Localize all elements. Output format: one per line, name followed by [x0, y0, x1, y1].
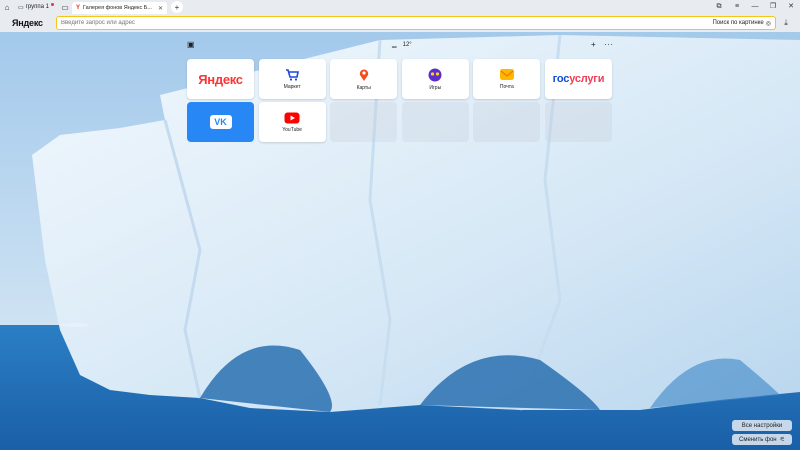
- maximize-icon[interactable]: ❐: [764, 0, 782, 14]
- folder-icon[interactable]: ▭: [58, 0, 72, 14]
- gosuslugi-logo: госуслуги: [553, 73, 605, 85]
- download-icon[interactable]: ⤓: [776, 18, 796, 28]
- search-input[interactable]: [61, 20, 713, 26]
- home-icon[interactable]: ⌂: [0, 0, 14, 14]
- window-controls: ⧉ ≡ — ❐ ✕: [710, 0, 800, 14]
- tile-caption: Игры: [429, 84, 442, 91]
- tile-yandex[interactable]: Яндекс: [187, 59, 254, 99]
- tile-market[interactable]: Маркет: [258, 59, 326, 99]
- image-search-label: Поиск по картинке: [712, 20, 764, 26]
- minimize-icon[interactable]: —: [746, 0, 764, 14]
- cart-icon: [286, 68, 300, 81]
- youtube-icon: [284, 112, 300, 123]
- notification-dot: [50, 2, 54, 6]
- gosuslugi-logo-part-a: гос: [552, 73, 570, 85]
- tile-gosuslugi[interactable]: госуслуги: [544, 59, 612, 99]
- games-icon: [428, 68, 442, 81]
- yandex-logo[interactable]: Яндекс: [0, 18, 56, 28]
- empty-tile-slot[interactable]: [401, 102, 469, 142]
- weather-icon: ▁: [392, 42, 397, 48]
- change-background-label: Сменить фон: [739, 436, 777, 443]
- more-icon[interactable]: ···: [604, 40, 614, 49]
- empty-tile-slot[interactable]: [473, 102, 541, 142]
- yandex-tile-logo: Яндекс: [198, 71, 243, 87]
- camera-icon: ◎: [765, 20, 771, 27]
- tile-caption: Карты: [356, 84, 371, 91]
- new-tab-button[interactable]: +: [170, 1, 183, 13]
- map-pin-icon: [359, 69, 368, 81]
- tab-bar: ⌂ ▭ группа 1 ▭ Y Галерея фонов Яндекс Б.…: [0, 0, 800, 14]
- tabs-icon[interactable]: ⧉: [710, 0, 728, 14]
- tile-vk[interactable]: VK: [187, 102, 254, 142]
- settings-sliders-icon: ⚟: [779, 437, 785, 443]
- ntp-toolbar: ▣ ▁ 12° + ···: [0, 40, 800, 52]
- empty-tile-slot[interactable]: [544, 102, 612, 142]
- vk-icon: VK: [209, 115, 232, 129]
- empty-tile-slot[interactable]: [330, 102, 398, 142]
- omnibox[interactable]: Поиск по картинке ◎: [56, 16, 776, 30]
- tile-caption: Маркет: [283, 83, 301, 90]
- change-background-button[interactable]: Сменить фон ⚟: [732, 434, 792, 445]
- speed-dial: Яндекс Маркет Карты Игры Почта госуслуги…: [187, 59, 617, 142]
- tile-caption: YouTube: [282, 126, 302, 133]
- close-tab-icon[interactable]: ✕: [158, 5, 163, 12]
- tile-maps[interactable]: Карты: [330, 59, 398, 99]
- menu-icon[interactable]: ≡: [728, 0, 746, 14]
- tab-title: Галерея фонов Яндекс Б...: [82, 5, 152, 11]
- tile-caption: Почта: [499, 84, 514, 90]
- add-tile-icon[interactable]: +: [591, 40, 596, 49]
- active-tab[interactable]: Y Галерея фонов Яндекс Б... ✕: [71, 2, 167, 14]
- mail-icon: [499, 69, 514, 80]
- tile-youtube[interactable]: YouTube: [258, 102, 326, 142]
- gosuslugi-logo-part-b: услуги: [569, 73, 605, 85]
- close-window-icon[interactable]: ✕: [782, 0, 800, 14]
- yandex-favicon-icon: Y: [75, 5, 80, 11]
- tile-games[interactable]: Игры: [401, 59, 469, 99]
- tab-group-label: группа 1: [25, 4, 49, 10]
- address-bar-row: Яндекс Поиск по картинке ◎ ⤓: [0, 14, 800, 32]
- all-settings-button[interactable]: Все настройки: [732, 420, 792, 431]
- tab-group[interactable]: ▭ группа 1: [14, 0, 58, 14]
- tab-group-icon: ▭: [18, 4, 24, 11]
- weather-widget[interactable]: ▁ 12°: [392, 41, 412, 49]
- tile-mail[interactable]: Почта: [473, 59, 541, 99]
- calendar-icon[interactable]: ▣: [187, 40, 195, 49]
- image-search-button[interactable]: Поиск по картинке ◎: [712, 20, 771, 27]
- weather-temp: 12°: [402, 41, 412, 48]
